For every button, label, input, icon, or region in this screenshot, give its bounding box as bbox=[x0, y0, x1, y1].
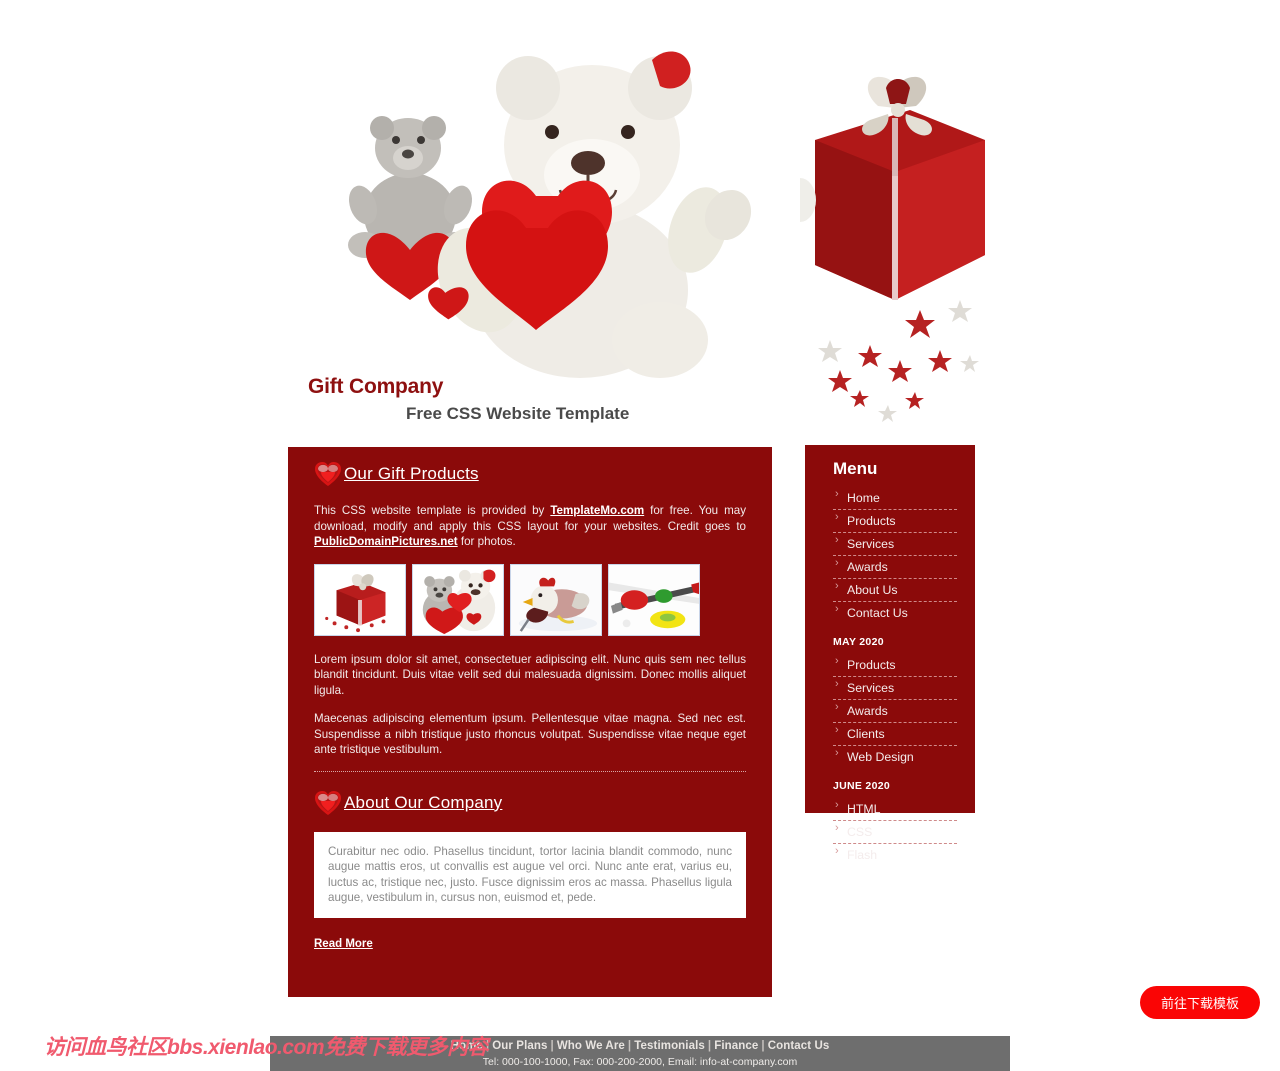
sidebar-link-contact-us[interactable]: Contact Us bbox=[847, 606, 908, 620]
site-header: Gift Company Free CSS Website Template bbox=[270, 0, 1010, 440]
sidebar-link-may-awards[interactable]: Awards bbox=[847, 704, 888, 718]
sidebar-item-contact-us[interactable]: Contact Us bbox=[833, 602, 957, 624]
paragraph-one: Lorem ipsum dolor sit amet, consectetuer… bbox=[314, 652, 746, 697]
footer-link-contact-us[interactable]: Contact Us bbox=[768, 1040, 830, 1052]
header-title-block: Gift Company Free CSS Website Template bbox=[308, 375, 778, 424]
heart-icon bbox=[314, 790, 342, 816]
site-slogan: Free CSS Website Template bbox=[406, 404, 630, 423]
templatemo-link[interactable]: TemplateMo.com bbox=[550, 504, 644, 517]
footer-link-our-plans[interactable]: Our Plans bbox=[492, 1040, 547, 1052]
footer-separator: | bbox=[707, 1040, 712, 1052]
sidebar-item-june-html[interactable]: HTML bbox=[833, 798, 957, 821]
sidebar-item-june-flash[interactable]: Flash bbox=[833, 844, 957, 866]
menu-subheading-june: JUNE 2020 bbox=[833, 780, 890, 792]
sidebar-link-products[interactable]: Products bbox=[847, 514, 896, 528]
sidebar-item-about-us[interactable]: About Us bbox=[833, 579, 957, 602]
sidebar-link-home[interactable]: Home bbox=[847, 491, 880, 505]
hero-gift-box-image bbox=[800, 0, 1010, 440]
sidebar-link-awards[interactable]: Awards bbox=[847, 560, 888, 574]
sidebar-item-may-products[interactable]: Products bbox=[833, 654, 957, 677]
about-section-title: About Our Company bbox=[344, 792, 503, 812]
sidebar-may-menu: Products Services Awards Clients Web Des… bbox=[833, 654, 957, 768]
sidebar-link-about-us[interactable]: About Us bbox=[847, 583, 898, 597]
menu-title: Menu bbox=[833, 459, 878, 478]
sidebar-item-may-web-design[interactable]: Web Design bbox=[833, 746, 957, 768]
sidebar-link-services[interactable]: Services bbox=[847, 537, 894, 551]
footer-separator: | bbox=[761, 1040, 765, 1052]
watermark-text: 访问血鸟社区bbs.xienlao.com免费下载更多内容 bbox=[44, 1036, 489, 1059]
sidebar-item-products[interactable]: Products bbox=[833, 510, 957, 533]
sidebar-item-awards[interactable]: Awards bbox=[833, 556, 957, 579]
products-section-title: Our Gift Products bbox=[344, 464, 479, 483]
sidebar-item-june-css[interactable]: CSS bbox=[833, 821, 957, 844]
download-template-button[interactable]: 前往下载模板 bbox=[1140, 986, 1260, 1019]
footer-link-testimonials[interactable]: Testimonials bbox=[634, 1040, 705, 1052]
thumbnail-gift-box[interactable] bbox=[314, 563, 406, 636]
footer-separator: | bbox=[550, 1040, 554, 1052]
thumbnail-paint-brushes[interactable] bbox=[608, 563, 700, 636]
heart-icon bbox=[314, 461, 342, 487]
footer-link-finance[interactable]: Finance bbox=[714, 1040, 758, 1052]
publicdomainpictures-link[interactable]: PublicDomainPictures.net bbox=[314, 535, 458, 548]
paragraph-two: Maecenas adipiscing elementum ipsum. Pel… bbox=[314, 712, 746, 756]
about-quote-box: Curabitur nec odio. Phasellus tincidunt,… bbox=[314, 831, 746, 918]
sidebar-link-june-flash[interactable]: Flash bbox=[847, 848, 877, 862]
sidebar-item-services[interactable]: Services bbox=[833, 533, 957, 556]
footer-link-who-we-are[interactable]: Who We Are bbox=[557, 1040, 625, 1052]
sidebar-item-may-services[interactable]: Services bbox=[833, 677, 957, 700]
menu-subheading-may: MAY 2020 bbox=[833, 636, 884, 648]
sidebar-link-june-html[interactable]: HTML bbox=[847, 802, 880, 816]
about-quote-text: Curabitur nec odio. Phasellus tincidunt,… bbox=[328, 844, 732, 905]
footer-separator: | bbox=[627, 1040, 632, 1052]
intro-text-3: for photos. bbox=[457, 535, 516, 548]
sidebar-menu-panel: Menu Home Products Services Awards About… bbox=[805, 445, 975, 862]
main-content-panel: Our Gift Products This CSS website templ… bbox=[288, 447, 772, 997]
sidebar-item-may-awards[interactable]: Awards bbox=[833, 700, 957, 723]
sidebar-link-may-web-design[interactable]: Web Design bbox=[847, 750, 914, 764]
sidebar-june-menu: HTML CSS Flash bbox=[833, 798, 957, 866]
sidebar-link-june-css[interactable]: CSS bbox=[847, 825, 872, 839]
products-section-header: Our Gift Products bbox=[314, 461, 746, 487]
intro-text-1: This CSS website template is provided by bbox=[314, 504, 551, 517]
sidebar-link-may-services[interactable]: Services bbox=[847, 681, 894, 695]
sidebar-link-may-clients[interactable]: Clients bbox=[847, 727, 885, 741]
section-divider bbox=[314, 770, 746, 772]
about-section-header: About Our Company bbox=[314, 790, 746, 816]
read-more-link[interactable]: Read More bbox=[314, 938, 373, 950]
page-root: Gift Company Free CSS Website Template O… bbox=[0, 0, 1280, 1071]
hero-teddy-bears-image bbox=[330, 0, 790, 380]
product-thumbnail-gallery bbox=[314, 563, 746, 636]
sidebar-main-menu: Home Products Services Awards About Us C… bbox=[833, 487, 957, 624]
intro-paragraph: This CSS website template is provided by… bbox=[314, 503, 746, 550]
thumbnail-teddy-bears[interactable] bbox=[412, 563, 504, 636]
sidebar-item-may-clients[interactable]: Clients bbox=[833, 723, 957, 746]
sidebar-link-may-products[interactable]: Products bbox=[847, 658, 896, 672]
sidebar-item-home[interactable]: Home bbox=[833, 487, 957, 510]
thumbnail-rooster-toy[interactable] bbox=[510, 563, 602, 636]
site-title: Gift Company bbox=[308, 375, 444, 398]
